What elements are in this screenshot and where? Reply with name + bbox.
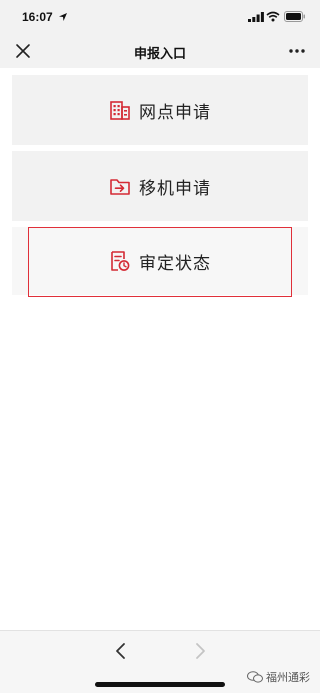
nav-bar: 申报入口 [0,34,320,68]
menu-item-outlet-application[interactable]: 网点申请 [12,75,308,145]
menu-item-label: 审定状态 [139,253,211,274]
menu-list: 网点申请 移机申请 审定状态 [0,68,320,630]
status-time: 16:07 [22,10,53,24]
signal-icon [248,12,264,22]
menu-item-label: 网点申请 [139,102,211,123]
document-clock-icon [111,251,130,271]
home-indicator [95,682,225,687]
menu-item-label: 移机申请 [139,178,211,199]
wifi-icon [266,11,280,22]
watermark-text: 福州通彩 [266,671,310,684]
building-icon [110,101,130,120]
wechat-icon [247,671,263,683]
folder-transfer-icon [110,179,130,195]
chevron-right-icon[interactable] [192,641,208,661]
page-title: 申报入口 [133,47,186,62]
battery-icon [284,11,305,22]
status-bar: 16:07 [0,0,320,34]
bottom-toolbar: 福州通彩 [0,630,320,693]
watermark: 福州通彩 [247,669,310,685]
menu-item-relocation-application[interactable]: 移机申请 [12,151,308,221]
chevron-left-icon[interactable] [113,641,129,661]
location-arrow-icon [59,13,67,21]
more-dots-icon[interactable] [288,44,306,58]
menu-item-approval-status[interactable]: 审定状态 [12,227,308,295]
